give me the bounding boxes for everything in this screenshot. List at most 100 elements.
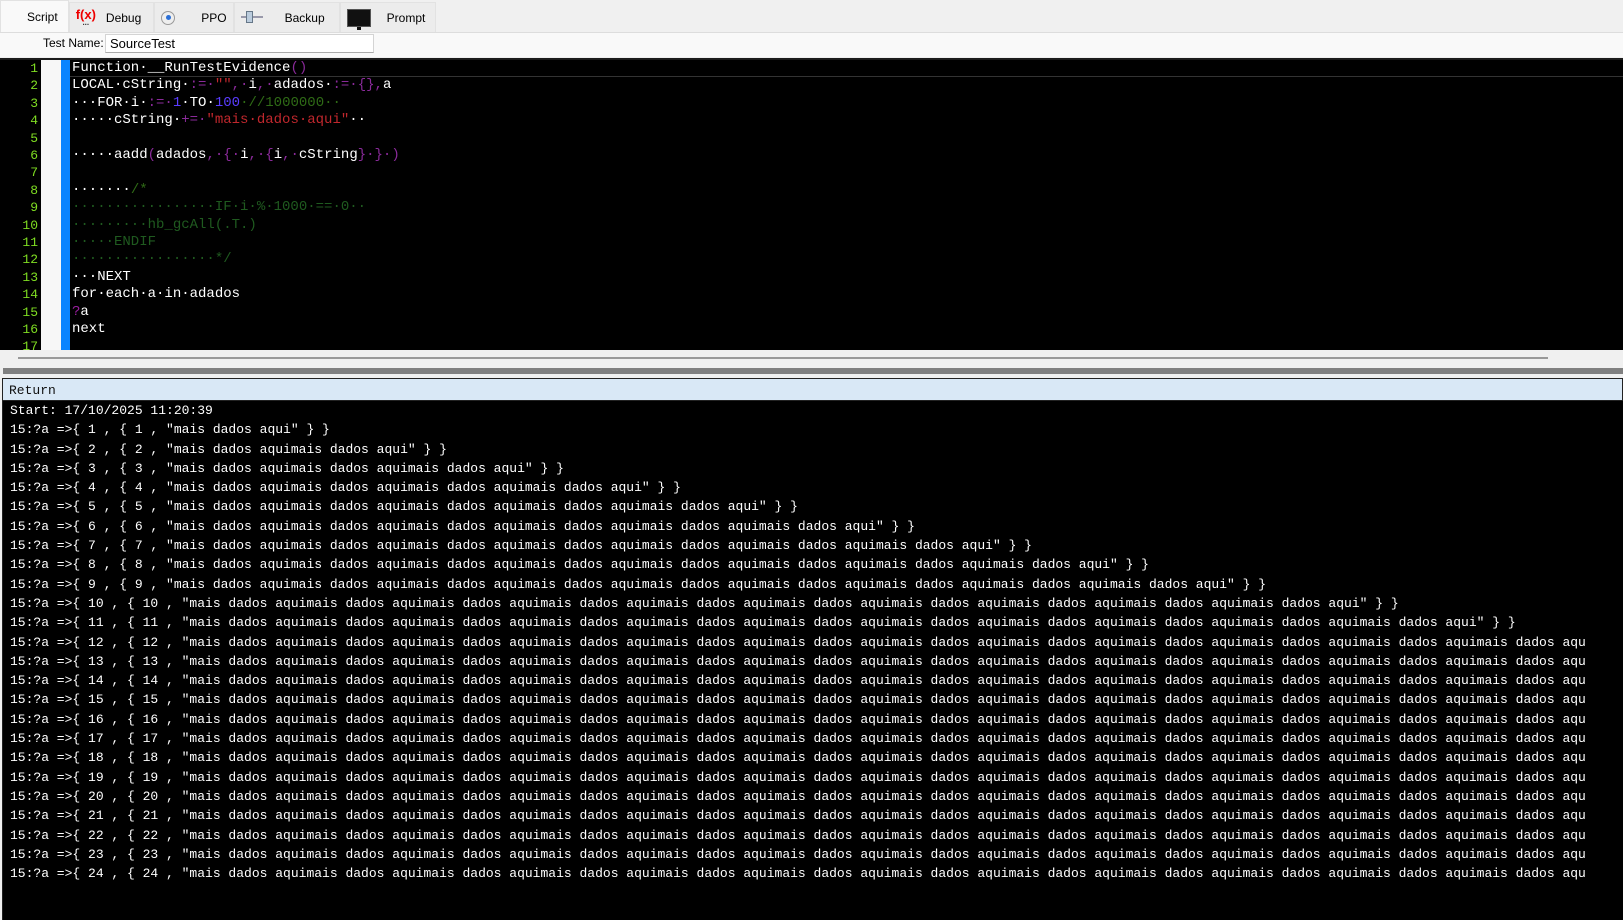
test-name-label: Test Name:: [43, 36, 104, 50]
slider-icon: [240, 10, 263, 26]
code-line[interactable]: ·················IF·i·%·1000·==·0··: [72, 199, 366, 216]
monitor-icon: [346, 8, 371, 30]
code-line[interactable]: next: [72, 321, 106, 338]
code-line[interactable]: ·····ENDIF: [72, 234, 156, 251]
line-number: 15: [22, 304, 38, 320]
output-line: 15:?a =>{ 9 , { 9 , "mais dados aquimais…: [10, 576, 1267, 592]
code-editor[interactable]: 1 2 3 4 5 6 7 8 9 10 11 12 13 14 15 16 17 Function·__Run…: [0, 58, 1623, 350]
code-token: LOCAL·cString·: [72, 77, 190, 94]
code-line[interactable]: LOCAL·cString·:=·"",·i,·adados·:=·{},a: [72, 77, 391, 94]
code-token: ·TO·: [181, 94, 215, 111]
line-number: 13: [22, 269, 38, 285]
line-number: 1: [30, 61, 38, 76]
output-line: 15:?a =>{ 23 , { 23 , "mais dados aquima…: [10, 846, 1586, 862]
output-line: 15:?a =>{ 17 , { 17 , "mais dados aquima…: [10, 731, 1586, 747]
output-line: 15:?a =>{ 2 , { 2 , "mais dados aquimais…: [10, 441, 447, 457]
output-line: 15:?a =>{ 6 , { 6 , "mais dados aquimais…: [10, 518, 915, 534]
code-line[interactable]: for·each·a·in·adados: [72, 286, 240, 303]
line-number: 17: [22, 339, 38, 350]
code-token: a: [80, 303, 89, 320]
tab-debug[interactable]: f(x)... Debug: [68, 2, 155, 32]
fold-margin[interactable]: [41, 60, 61, 350]
line-number: 4: [30, 113, 38, 129]
output-line: 15:?a =>{ 8 , { 8 , "mais dados aquimais…: [10, 557, 1149, 573]
tab-backup[interactable]: Backup: [233, 2, 340, 32]
output-line: 15:?a =>{ 16 , { 16 , "mais dados aquima…: [10, 711, 1586, 727]
line-number: 9: [30, 200, 38, 216]
line-number: 11: [22, 235, 38, 250]
tab-prompt[interactable]: Prompt: [339, 2, 437, 32]
code-token: Function·__RunTestEvidence: [72, 60, 291, 76]
line-number: 7: [30, 165, 38, 181]
code-line[interactable]: ·····cString·+=·"mais·dados·aqui"··: [72, 112, 366, 129]
code-token: ···FOR·i·: [72, 94, 148, 111]
code-token: :=·: [147, 94, 173, 111]
output-line: 15:?a =>{ 22 , { 22 , "mais dados aquima…: [10, 827, 1586, 843]
test-name-input[interactable]: [105, 34, 374, 53]
line-number: 5: [30, 130, 38, 146]
output-line: 15:?a =>{ 11 , { 11 , "mais dados aquima…: [10, 615, 1516, 631]
code-token: (): [290, 60, 308, 76]
code-token: adados: [156, 147, 207, 163]
code-line[interactable]: ?a: [72, 304, 89, 321]
output-line: 15:?a =>{ 14 , { 14 , "mais dados aquima…: [10, 673, 1586, 689]
line-number: 8: [30, 182, 38, 198]
tab-script[interactable]: Script: [0, 0, 69, 32]
code-token: /*: [130, 181, 148, 198]
tab-ppo[interactable]: PPO: [154, 2, 234, 32]
output-line: 15:?a =>{ 21 , { 21 , "mais dados aquima…: [10, 808, 1586, 824]
code-token: "mais·dados·aqui": [206, 112, 350, 129]
code-token: }·}·): [357, 147, 400, 163]
code-token: cString: [298, 147, 358, 163]
output-line: 15:?a =>{ 18 , { 18 , "mais dados aquima…: [10, 750, 1586, 766]
code-line[interactable]: ···NEXT: [72, 269, 131, 286]
code-token: ··: [349, 112, 367, 129]
output-line: Start: 17/10/2025 11:20:39: [10, 403, 213, 418]
code-line[interactable]: ·················*/: [72, 251, 232, 268]
code-token: adados·: [273, 77, 333, 94]
output-line: 15:?a =>{ 3 , { 3 , "mais dados aquimais…: [10, 460, 564, 476]
tab-label: PPO: [201, 10, 227, 25]
code-token: i: [273, 147, 283, 163]
code-token: a: [382, 77, 392, 94]
output-console[interactable]: Start: 17/10/2025 11:20:39 15:?a =>{ 1 , …: [2, 401, 1623, 920]
code-token: +=·: [181, 112, 207, 129]
code-token: ,·: [282, 147, 299, 163]
output-line: 15:?a =>{ 10 , { 10 , "mais dados aquima…: [10, 595, 1399, 611]
code-token: ·····ENDIF: [72, 234, 157, 250]
code-token: :=·: [189, 77, 215, 94]
code-token: ·····cString·: [72, 112, 182, 129]
output-line: 15:?a =>{ 5 , { 5 , "mais dados aquimais…: [10, 499, 798, 515]
output-line: 15:?a =>{ 24 , { 24 , "mais dados aquima…: [10, 866, 1586, 882]
return-header: Return: [2, 378, 1623, 401]
output-line: 15:?a =>{ 7 , { 7 , "mais dados aquimais…: [10, 538, 1032, 554]
output-line: 15:?a =>{ 15 , { 15 , "mais dados aquima…: [10, 692, 1586, 708]
line-number: 16: [22, 322, 38, 337]
code-token: 1: [172, 94, 182, 111]
output-line: 15:?a =>{ 19 , { 19 , "mais dados aquima…: [10, 769, 1586, 785]
code-line[interactable]: ·········hb_gcAll(.T.): [72, 217, 257, 234]
code-line[interactable]: ···FOR·i·:=·1·TO·100·//1000000··: [72, 95, 341, 112]
tab-label: Script: [27, 9, 58, 24]
code-line[interactable]: Function·__RunTestEvidence(): [72, 60, 307, 77]
horizontal-scrollbar[interactable]: [18, 357, 1548, 359]
line-number-gutter: 1 2 3 4 5 6 7 8 9 10 11 12 13 14 15 16 17: [0, 60, 41, 350]
code-token: ·················IF·i·%·1000·==·0··: [72, 199, 367, 216]
code-token: next: [72, 321, 106, 337]
line-number: 14: [22, 287, 38, 303]
code-token: ·//1000000··: [240, 94, 341, 111]
splitter[interactable]: [0, 350, 1623, 376]
line-number: 10: [22, 217, 38, 233]
test-name-row: Test Name:: [0, 32, 1623, 57]
code-line[interactable]: ·····aadd(adados,·{·i,·{i,·cString}·}·): [72, 147, 400, 164]
code-line[interactable]: ·······/*: [72, 182, 148, 199]
code-token: ,·{·: [206, 147, 241, 163]
code-token: :=·: [332, 77, 358, 94]
tab-label: Debug: [105, 10, 142, 25]
output-line: 15:?a =>{ 13 , { 13 , "mais dados aquima…: [10, 653, 1586, 669]
output-line: 15:?a =>{ 20 , { 20 , "mais dados aquima…: [10, 788, 1586, 804]
split-handle[interactable]: [3, 368, 1623, 374]
code-token: ·····aadd: [72, 147, 148, 163]
output-line: 15:?a =>{ 1 , { 1 , "mais dados aqui" } …: [10, 422, 330, 438]
code-token: ,·: [231, 77, 249, 94]
